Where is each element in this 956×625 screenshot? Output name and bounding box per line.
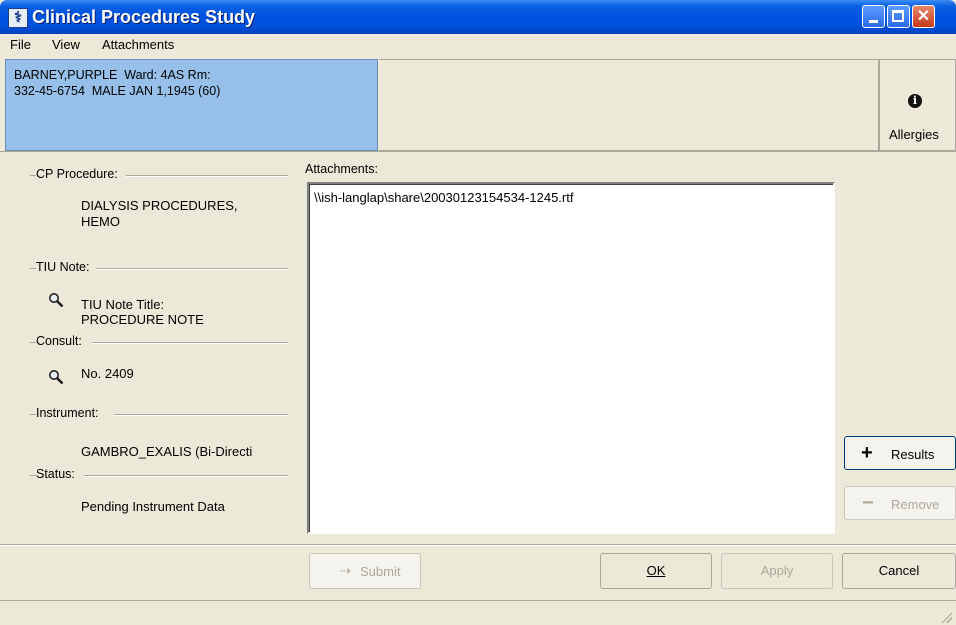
submit-label: Submit — [360, 564, 401, 579]
maximize-button[interactable] — [887, 5, 910, 28]
tiu-note-label: TIU Note: — [36, 260, 92, 274]
status-label: Status: — [36, 467, 77, 481]
resize-grip-icon[interactable] — [940, 611, 952, 623]
cp-procedure-label: CP Procedure: — [36, 167, 120, 181]
group-line — [96, 268, 288, 270]
cp-procedure-value-2: HEMO — [81, 214, 120, 229]
group-line — [114, 414, 288, 416]
group-line — [92, 342, 288, 344]
group-line — [126, 175, 288, 177]
remove-label: Remove — [891, 497, 940, 512]
results-label: Results — [891, 447, 935, 462]
header-divider — [0, 151, 956, 152]
cancel-button[interactable]: Cancel — [842, 553, 956, 589]
status-value: Pending Instrument Data — [81, 499, 225, 514]
footer-divider-highlight — [0, 545, 956, 546]
status-bar-divider — [0, 600, 956, 601]
tiu-note-title-label: TIU Note Title: — [81, 297, 165, 312]
close-icon: ✕ — [916, 8, 931, 25]
menu-attachments[interactable]: Attachments — [102, 37, 174, 52]
cancel-label: Cancel — [878, 563, 920, 578]
list-item[interactable]: \\ish-langlap\share\20030123154534-1245.… — [314, 190, 573, 205]
apply-button[interactable]: Apply — [721, 553, 833, 589]
allergies-label: Allergies — [889, 127, 939, 142]
consult-label: Consult: — [36, 334, 84, 348]
attachments-label: Attachments: — [305, 162, 378, 176]
submit-icon: ⇢ — [340, 563, 351, 578]
maximize-icon — [892, 10, 904, 22]
submit-button[interactable]: ⇢ Submit — [309, 553, 421, 589]
tiu-note-title-value: PROCEDURE NOTE — [81, 312, 204, 327]
menu-file[interactable]: File — [10, 37, 31, 52]
minimize-button[interactable] — [862, 5, 885, 28]
minus-icon: − — [862, 492, 874, 514]
cp-procedure-value-1: DIALYSIS PROCEDURES, — [81, 198, 238, 213]
magnifier-icon[interactable] — [48, 292, 64, 308]
patient-info-text: BARNEY,PURPLE Ward: 4AS Rm: 332-45-6754 … — [14, 67, 220, 99]
ok-button[interactable]: OK — [600, 553, 712, 589]
group-line — [84, 475, 288, 477]
caduceus-icon: ⚕ — [8, 8, 28, 28]
apply-label: Apply — [760, 563, 794, 578]
patient-line-1: BARNEY,PURPLE Ward: 4AS Rm: — [14, 68, 211, 82]
add-results-button[interactable]: + Results — [844, 436, 956, 470]
info-icon: i — [908, 94, 922, 108]
minimize-icon — [869, 20, 878, 23]
magnifier-icon[interactable] — [48, 369, 64, 385]
remove-button[interactable]: − Remove — [844, 486, 956, 520]
menu-view[interactable]: View — [52, 37, 80, 52]
instrument-value: GAMBRO_EXALIS (Bi-Directi — [81, 444, 253, 459]
ok-label: OK — [646, 563, 666, 578]
instrument-label: Instrument: — [36, 406, 101, 420]
patient-line-2: 332-45-6754 MALE JAN 1,1945 (60) — [14, 84, 221, 98]
consult-value: No. 2409 — [81, 366, 134, 381]
plus-icon: + — [861, 442, 873, 464]
window-title: Clinical Procedures Study — [32, 7, 256, 27]
attachments-list[interactable] — [307, 182, 835, 534]
close-button[interactable]: ✕ — [912, 5, 935, 28]
patient-bar-spacer — [379, 59, 879, 151]
